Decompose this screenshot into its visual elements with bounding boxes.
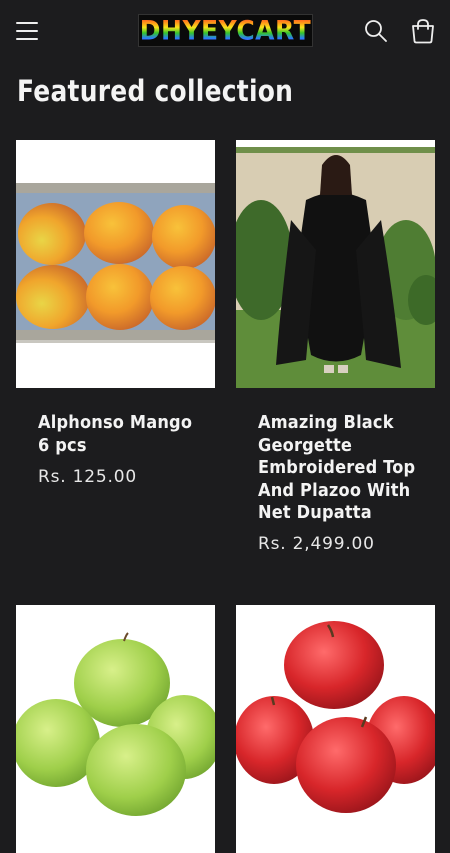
product-image-mango[interactable] xyxy=(16,140,215,388)
product-image-red-apples[interactable] xyxy=(236,605,435,853)
product-image-dress[interactable] xyxy=(236,140,435,388)
product-title[interactable]: Amazing Black Georgette Embroidered Top … xyxy=(258,412,429,525)
product-card-green-apples[interactable] xyxy=(16,605,215,853)
shopping-bag-icon[interactable] xyxy=(408,16,438,46)
product-price: Rs. 2,499.00 xyxy=(258,534,375,554)
product-price: Rs. 125.00 xyxy=(38,467,137,487)
product-title[interactable]: Alphonso Mango 6 pcs xyxy=(38,412,209,457)
product-card-red-apples[interactable] xyxy=(236,605,435,853)
product-card-mango[interactable]: Alphonso Mango 6 pcs Rs. 125.00 xyxy=(16,140,215,560)
search-icon[interactable] xyxy=(361,16,391,46)
section-title: Featured collection xyxy=(17,74,294,108)
product-image-green-apples[interactable] xyxy=(16,605,215,853)
logo-text: DHYEYCART xyxy=(139,15,312,46)
store-logo[interactable]: DHYEYCART xyxy=(138,14,313,47)
product-card-dress[interactable]: Amazing Black Georgette Embroidered Top … xyxy=(236,140,435,560)
hamburger-menu-icon[interactable] xyxy=(14,18,40,44)
header: DHYEYCART xyxy=(0,0,450,62)
